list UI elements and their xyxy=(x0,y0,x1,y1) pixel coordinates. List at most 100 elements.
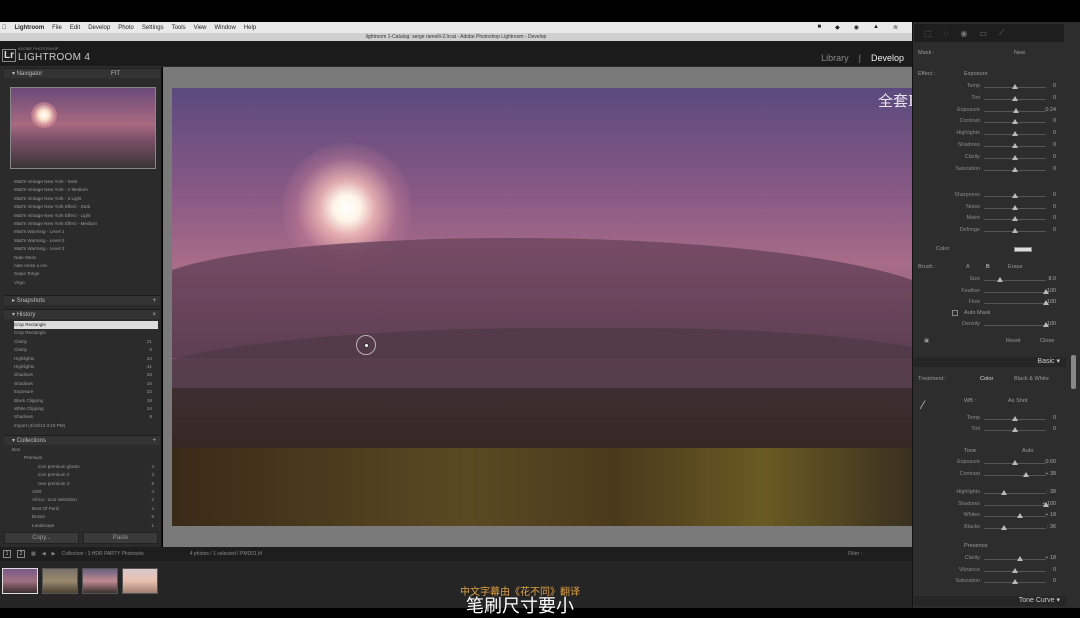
preset-item[interactable]: Matt's Vintage New York Effect - Light xyxy=(14,212,158,220)
menu-view[interactable]: View xyxy=(194,25,207,31)
history-item[interactable]: White Clipping 24 xyxy=(14,405,158,413)
navigator-preview[interactable] xyxy=(10,87,156,169)
history-item[interactable]: Crop Rectangle xyxy=(14,329,158,337)
status-icon[interactable]: ◉ xyxy=(854,24,859,31)
tone-curve-header[interactable]: Tone Curve ▾ xyxy=(914,596,1066,606)
slider-track[interactable] xyxy=(984,527,1046,529)
module-library[interactable]: Library xyxy=(821,53,849,63)
filmstrip-thumb[interactable] xyxy=(122,568,158,594)
right-panel-scrollbar[interactable] xyxy=(1071,355,1076,389)
basic-panel-header[interactable]: Basic ▾ xyxy=(914,357,1066,367)
preset-item[interactable]: Matt's Vintage New York - Dark xyxy=(14,178,158,186)
collection-item[interactable]: new premium 3 5 xyxy=(10,480,158,488)
menu-edit[interactable]: Edit xyxy=(70,25,80,31)
slider-knob[interactable] xyxy=(1012,143,1018,148)
slider-track[interactable] xyxy=(984,504,1046,506)
close-icon[interactable]: × xyxy=(152,310,156,320)
reset-button[interactable]: Reset xyxy=(1006,338,1021,344)
slider-value[interactable]: + 100 xyxy=(1042,501,1056,507)
history-item[interactable]: Exposure 23 xyxy=(14,388,158,396)
status-icon[interactable]: ▲ xyxy=(873,24,879,31)
history-header[interactable]: ▾ History × xyxy=(4,309,160,319)
history-item[interactable]: Black Clipping 18 xyxy=(14,397,158,405)
history-item[interactable]: Clarity 21 xyxy=(14,338,158,346)
slider-knob[interactable] xyxy=(1012,95,1018,101)
preset-item[interactable]: Matt's Vintage New York - 2 Medium xyxy=(14,186,158,194)
apple-menu[interactable]:  xyxy=(2,25,7,31)
wifi-icon[interactable]: ≋ xyxy=(893,24,898,31)
back-arrow-icon[interactable]: ◀ xyxy=(42,551,46,557)
navigator-header[interactable]: ▾ Navigator FIT xyxy=(4,68,160,78)
slider-value[interactable]: 8.0 xyxy=(1049,276,1057,282)
collection-item[interactable]: Bon xyxy=(10,446,158,454)
slider-track[interactable] xyxy=(984,516,1046,517)
collection-item[interactable]: icon premium 2 3 xyxy=(10,471,158,479)
slider-value[interactable]: 0 xyxy=(1053,567,1056,573)
slider-value[interactable]: 0 xyxy=(1053,227,1056,233)
slider-value[interactable]: 0 xyxy=(1053,192,1056,198)
menu-help[interactable]: Help xyxy=(244,25,256,31)
menu-app-name[interactable]: Lightroom xyxy=(15,25,45,31)
slider-value[interactable]: 0 xyxy=(1053,142,1056,148)
slider-value[interactable]: 0 xyxy=(1053,204,1056,210)
slider-track[interactable] xyxy=(984,474,1046,476)
slider-knob[interactable] xyxy=(1012,154,1018,160)
collection-item[interactable]: Africa - icon selecttion 2 xyxy=(10,496,158,504)
history-item[interactable]: Highlights 41 xyxy=(14,363,158,371)
status-icon[interactable]: ■ xyxy=(818,24,822,31)
preset-item[interactable]: nate moss a vec xyxy=(14,262,158,270)
copy-button[interactable]: Copy... xyxy=(4,532,79,544)
adjustment-brush-icon[interactable]: ⟋ xyxy=(999,28,1005,38)
slider-knob[interactable] xyxy=(1012,193,1018,198)
brush-tab-b[interactable]: B xyxy=(986,264,990,270)
slider-value[interactable]: 100 xyxy=(1047,299,1056,305)
auto-mask-checkbox[interactable] xyxy=(952,310,958,316)
slider-track[interactable] xyxy=(984,303,1046,304)
slider-knob[interactable] xyxy=(1012,416,1018,421)
menu-tools[interactable]: Tools xyxy=(172,25,186,31)
slider-knob[interactable] xyxy=(1012,204,1018,210)
adjustment-brush-cursor[interactable] xyxy=(356,335,376,355)
history-item[interactable]: Import (4/19/13 3:19 PM) xyxy=(14,422,158,430)
paste-button[interactable]: Paste xyxy=(83,532,158,544)
slider-track[interactable] xyxy=(984,291,1046,293)
preset-item[interactable]: Virgo xyxy=(14,279,158,287)
slider-value[interactable]: + 18 xyxy=(1045,555,1056,561)
slider-value[interactable]: 0 xyxy=(1053,118,1056,124)
slider-knob[interactable] xyxy=(1012,131,1018,137)
menu-photo[interactable]: Photo xyxy=(118,25,134,31)
preset-item[interactable]: Matt's Warming - Level 2 xyxy=(14,237,158,245)
slider-value[interactable]: 0.00 xyxy=(1046,459,1057,465)
slider-knob[interactable] xyxy=(1012,84,1018,89)
slider-knob[interactable] xyxy=(1012,119,1018,125)
preset-item[interactable]: Matt's Vintage New York Effect - Medium xyxy=(14,220,158,228)
mask-toggle-icon[interactable]: ▣ xyxy=(924,338,929,344)
history-item[interactable]: Clarity 0 xyxy=(14,346,158,354)
slider-value[interactable]: + 18 xyxy=(1045,512,1056,518)
history-item[interactable]: Shadows 33 xyxy=(14,371,158,379)
slider-knob[interactable] xyxy=(1016,513,1023,518)
preset-item[interactable]: Matt's Vintage New York - 3 Light xyxy=(14,195,158,203)
slider-value[interactable]: 0 xyxy=(1053,415,1056,421)
slider-knob[interactable] xyxy=(1012,567,1018,573)
preset-item[interactable]: Matt's Warming - Level 1 xyxy=(14,228,158,236)
snapshots-header[interactable]: ▸ Snapshots + xyxy=(4,295,160,305)
collection-item[interactable]: ADR 4 xyxy=(10,488,158,496)
collection-item[interactable]: icon premium ghetto 4 xyxy=(10,463,158,471)
slider-value[interactable]: - 36 xyxy=(1047,524,1056,530)
brush-tab-erase[interactable]: Erase xyxy=(1008,264,1023,270)
slider-knob[interactable] xyxy=(1012,427,1018,432)
collection-item[interactable]: Landscape 1 xyxy=(10,522,158,530)
grid-icon[interactable]: ▦ xyxy=(31,551,36,557)
treatment-color[interactable]: Color xyxy=(980,376,993,382)
graduated-filter-icon[interactable]: ▭ xyxy=(979,29,987,38)
filmstrip-thumb[interactable] xyxy=(2,568,38,594)
page-2-button[interactable]: 2 xyxy=(17,550,25,558)
history-item[interactable]: Highlights 23 xyxy=(14,355,158,363)
slider-knob[interactable] xyxy=(1023,471,1030,477)
collection-item[interactable]: Brown 6 xyxy=(10,513,158,521)
slider-knob[interactable] xyxy=(1012,460,1018,465)
add-icon[interactable]: + xyxy=(152,296,156,306)
photo-preview[interactable] xyxy=(172,88,912,526)
slider-value[interactable]: - 38 xyxy=(1047,489,1056,495)
